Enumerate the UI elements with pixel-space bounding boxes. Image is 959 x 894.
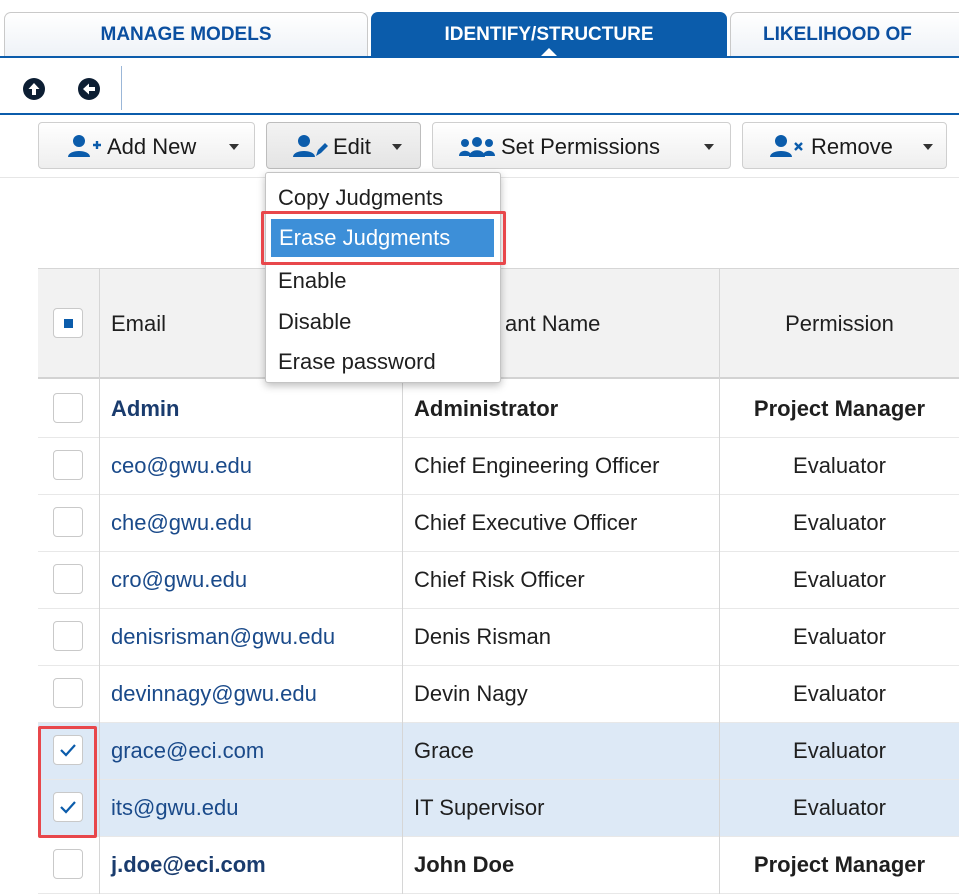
permission-cell: Project Manager xyxy=(753,396,926,421)
add-new-label: Add New xyxy=(107,134,197,159)
row-checkbox[interactable] xyxy=(53,735,83,765)
column-header-email[interactable]: Email xyxy=(111,311,166,337)
email-cell: its@gwu.edu xyxy=(111,795,239,820)
name-cell: John Doe xyxy=(414,852,515,877)
chevron-down-icon xyxy=(229,144,239,150)
column-separator xyxy=(402,379,403,894)
column-header-name[interactable]: ant Name xyxy=(505,311,600,337)
edit-dropdown-menu: Copy Judgments Erase Judgments Enable Di… xyxy=(265,172,501,383)
name-cell: IT Supervisor xyxy=(414,795,545,820)
column-separator xyxy=(719,268,720,894)
user-edit-icon xyxy=(292,134,328,164)
permission-cell: Evaluator xyxy=(793,567,886,592)
add-new-button[interactable]: Add New xyxy=(38,122,255,169)
row-checkbox[interactable] xyxy=(53,792,83,822)
row-checkbox[interactable] xyxy=(53,678,83,708)
email-cell: che@gwu.edu xyxy=(111,510,252,535)
column-separator xyxy=(99,268,100,894)
check-icon xyxy=(60,744,76,757)
row-checkbox[interactable] xyxy=(53,393,83,423)
nav-row-divider xyxy=(0,113,959,115)
menu-item-copy-judgments[interactable]: Copy Judgments xyxy=(278,185,443,211)
permission-cell: Evaluator xyxy=(793,510,886,535)
menu-item-erase-judgments[interactable]: Erase Judgments xyxy=(271,219,494,257)
email-cell: devinnagy@gwu.edu xyxy=(111,681,317,706)
chevron-down-icon xyxy=(704,144,714,150)
menu-item-enable[interactable]: Enable xyxy=(278,268,347,294)
set-permissions-button[interactable]: Set Permissions xyxy=(432,122,731,169)
name-cell: Grace xyxy=(414,738,474,763)
table-row[interactable]: grace@eci.com Grace Evaluator xyxy=(38,723,959,780)
nav-row xyxy=(0,58,959,114)
table-row[interactable]: ceo@gwu.edu Chief Engineering Officer Eval… xyxy=(38,438,959,495)
permission-cell: Evaluator xyxy=(793,681,886,706)
edit-button[interactable]: Edit xyxy=(266,122,421,169)
table-row[interactable]: cro@gwu.edu Chief Risk Officer Evaluator xyxy=(38,552,959,609)
email-cell: denisrisman@gwu.edu xyxy=(111,624,336,649)
remove-label: Remove xyxy=(811,134,893,159)
chevron-down-icon xyxy=(923,144,933,150)
row-checkbox[interactable] xyxy=(53,849,83,879)
row-checkbox[interactable] xyxy=(53,564,83,594)
table-row[interactable]: Admin Administrator Project Manager xyxy=(38,381,959,438)
table-row[interactable]: che@gwu.edu Chief Executive Officer Evalua… xyxy=(38,495,959,552)
name-cell: Devin Nagy xyxy=(414,681,528,706)
permission-cell: Project Manager xyxy=(753,852,926,877)
edit-label: Edit xyxy=(333,134,371,159)
email-cell: cro@gwu.edu xyxy=(111,567,248,592)
user-plus-icon xyxy=(67,134,103,164)
email-cell: grace@eci.com xyxy=(111,738,265,763)
tab-manage-models[interactable]: MANAGE MODELS xyxy=(4,12,368,57)
chevron-down-icon xyxy=(392,144,402,150)
table-row[interactable]: devinnagy@gwu.edu Devin Nagy Evaluator xyxy=(38,666,959,723)
check-icon xyxy=(60,801,76,814)
name-cell: Chief Executive Officer xyxy=(414,510,638,535)
table-row[interactable]: denisrisman@gwu.edu Denis Risman Evaluator xyxy=(38,609,959,666)
tab-likelihood-of[interactable]: LIKELIHOOD OF xyxy=(730,12,959,57)
table-row[interactable]: j.doe@eci.com John Doe Project Manager xyxy=(38,837,959,894)
nav-separator xyxy=(121,66,122,110)
name-cell: Administrator xyxy=(414,396,559,421)
set-permissions-label: Set Permissions xyxy=(501,134,660,159)
remove-button[interactable]: Remove xyxy=(742,122,947,169)
permission-cell: Evaluator xyxy=(793,624,886,649)
permission-cell: Evaluator xyxy=(793,738,886,763)
select-all-checkbox[interactable] xyxy=(53,308,83,338)
permission-cell: Evaluator xyxy=(793,453,886,478)
column-header-permission[interactable]: Permission xyxy=(720,311,959,337)
table-row[interactable]: its@gwu.edu IT Supervisor Evaluator xyxy=(38,780,959,837)
name-cell: Chief Risk Officer xyxy=(414,567,585,592)
row-checkbox[interactable] xyxy=(53,450,83,480)
user-remove-icon xyxy=(769,134,805,164)
email-cell: j.doe@eci.com xyxy=(111,852,266,877)
name-cell: Chief Engineering Officer xyxy=(414,453,660,478)
email-cell: Admin xyxy=(111,396,180,421)
name-cell: Denis Risman xyxy=(414,624,551,649)
indeterminate-mark xyxy=(64,319,73,328)
row-checkbox[interactable] xyxy=(53,507,83,537)
menu-item-erase-password[interactable]: Erase password xyxy=(278,349,436,375)
arrow-up-circle-icon[interactable] xyxy=(23,78,45,100)
row-checkbox[interactable] xyxy=(53,621,83,651)
arrow-left-circle-icon[interactable] xyxy=(78,78,100,100)
menu-item-disable[interactable]: Disable xyxy=(278,309,351,335)
email-cell: ceo@gwu.edu xyxy=(111,453,252,478)
users-group-icon xyxy=(459,136,495,164)
permission-cell: Evaluator xyxy=(793,795,886,820)
